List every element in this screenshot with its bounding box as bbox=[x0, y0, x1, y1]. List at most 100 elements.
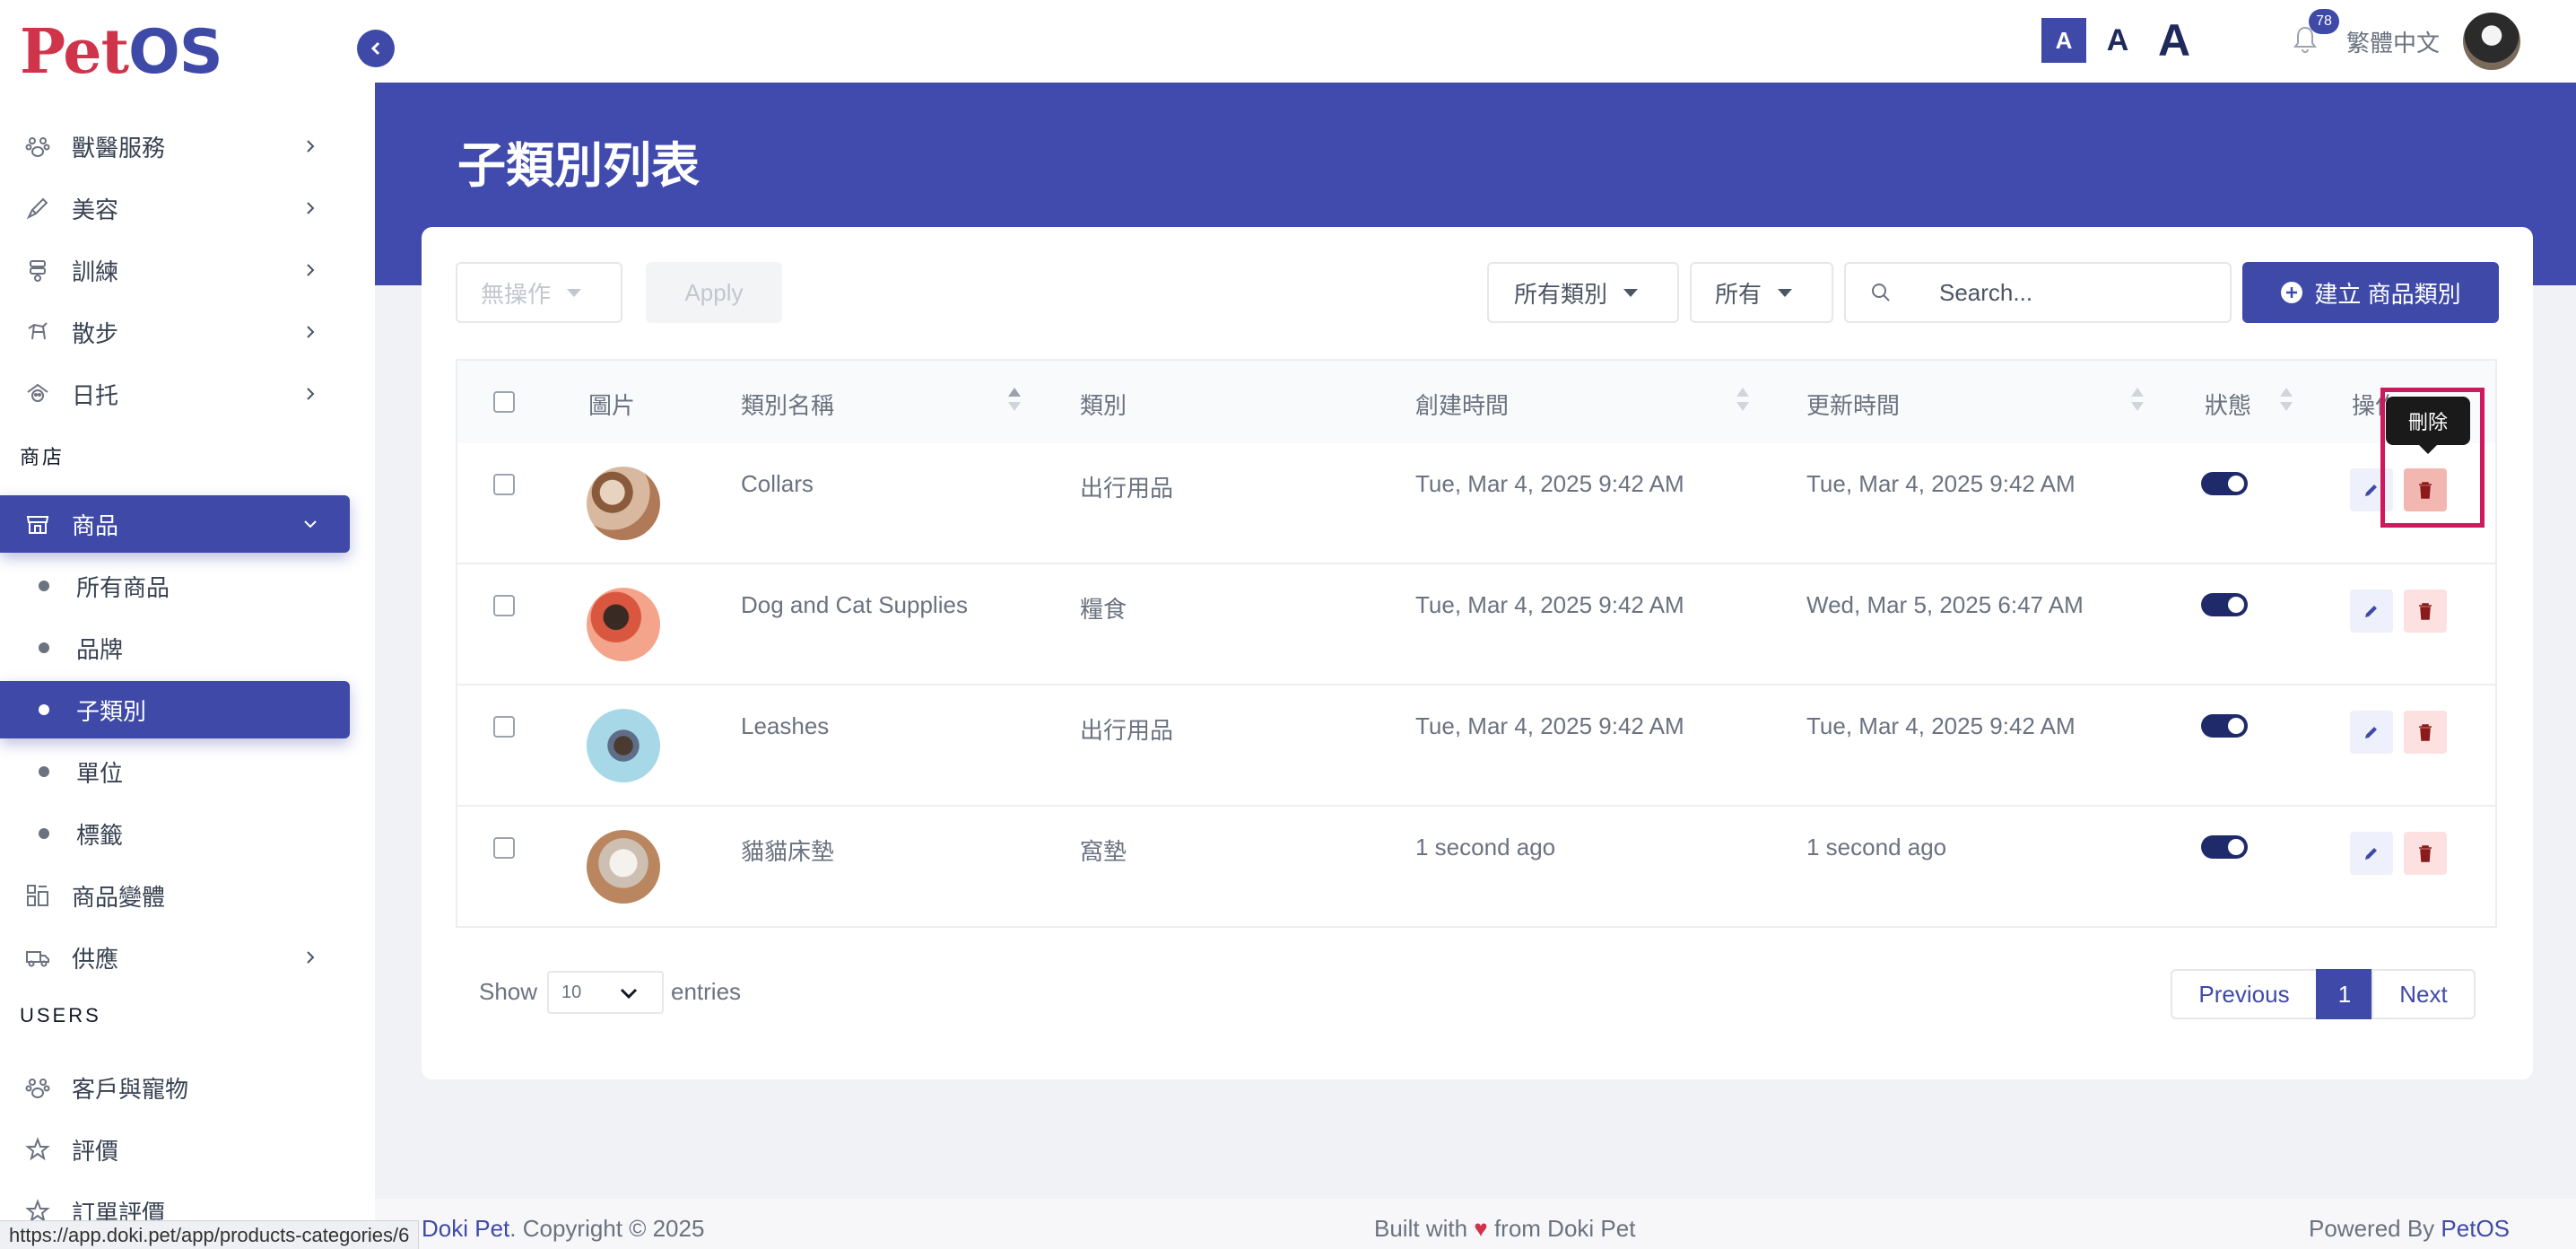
delete-tooltip: 刪除 bbox=[2386, 397, 2470, 454]
category-filter-select[interactable]: 所有類別 bbox=[1487, 262, 1679, 323]
notification-badge: 78 bbox=[2309, 9, 2339, 34]
font-size-small-button[interactable]: A bbox=[2041, 18, 2086, 63]
trash-icon bbox=[2419, 845, 2432, 862]
sidebar-item-label: 商品 bbox=[72, 511, 119, 539]
sidebar-item-training[interactable]: 訓練 bbox=[0, 241, 350, 299]
page-1-button[interactable]: 1 bbox=[2316, 969, 2373, 1019]
header-status[interactable]: 狀態 bbox=[2205, 388, 2251, 421]
select-all-checkbox[interactable] bbox=[493, 391, 515, 413]
sidebar-subitem-all-products[interactable]: 所有商品 bbox=[0, 557, 350, 615]
previous-page-button[interactable]: Previous bbox=[2171, 969, 2318, 1019]
sidebar-item-variants[interactable]: 商品變體 bbox=[0, 867, 350, 924]
footer-brand-link[interactable]: Doki Pet bbox=[422, 1215, 509, 1242]
status-toggle[interactable] bbox=[2201, 714, 2248, 738]
status-toggle[interactable] bbox=[2201, 835, 2248, 859]
footer-copyright-text: . Copyright © 2025 bbox=[509, 1215, 705, 1242]
avatar[interactable] bbox=[2463, 13, 2520, 70]
cell-category: 出行用品 bbox=[1080, 717, 1174, 744]
status-filter-value: 所有 bbox=[1715, 280, 1762, 308]
row-checkbox[interactable] bbox=[493, 716, 515, 738]
apply-button[interactable]: Apply bbox=[646, 262, 782, 323]
next-page-button[interactable]: Next bbox=[2371, 969, 2476, 1019]
table-row: Collars 出行用品 Tue, Mar 4, 2025 9:42 AM Tu… bbox=[457, 443, 2495, 564]
bulk-action-select[interactable]: 無操作 bbox=[456, 262, 622, 323]
sidebar-item-products[interactable]: 商品 bbox=[0, 495, 350, 553]
cell-updated: Tue, Mar 4, 2025 9:42 AM bbox=[1806, 470, 2076, 497]
status-toggle[interactable] bbox=[2201, 593, 2248, 616]
status-toggle[interactable] bbox=[2201, 472, 2248, 495]
caret-down-icon bbox=[1623, 288, 1639, 297]
pencil-icon bbox=[2365, 485, 2377, 496]
delete-button[interactable] bbox=[2404, 590, 2447, 633]
sidebar-item-walking[interactable]: 散步 bbox=[0, 303, 350, 361]
collapse-sidebar-button[interactable] bbox=[357, 30, 395, 67]
category-filter-value: 所有類別 bbox=[1514, 280, 1608, 308]
table-row: 貓貓床墊 窩墊 1 second ago 1 second ago bbox=[457, 807, 2495, 928]
page-size-select[interactable]: 10 bbox=[547, 971, 664, 1014]
walk-dog-icon bbox=[25, 319, 50, 345]
cell-created: Tue, Mar 4, 2025 9:42 AM bbox=[1415, 591, 1684, 618]
footer-powered-by: Powered By PetOS bbox=[2309, 1215, 2510, 1243]
status-filter-select[interactable]: 所有 bbox=[1690, 262, 1833, 323]
search-icon-box bbox=[1844, 262, 1918, 323]
edit-button[interactable] bbox=[2350, 711, 2393, 754]
trash-icon bbox=[2419, 724, 2432, 741]
sidebar-item-grooming[interactable]: 美容 bbox=[0, 179, 350, 237]
sidebar-subitem-label: 單位 bbox=[76, 759, 124, 787]
caret-down-icon bbox=[567, 288, 582, 297]
delete-button[interactable] bbox=[2404, 711, 2447, 754]
sidebar-item-customers[interactable]: 客戶與寵物 bbox=[0, 1059, 350, 1116]
language-switcher[interactable]: 繁體中文 bbox=[2346, 25, 2440, 58]
petos-logo[interactable]: PetOS bbox=[20, 16, 223, 89]
table-header: 圖片 類別名稱 類別 創建時間 更新時間 狀態 操作 bbox=[457, 361, 2495, 443]
footer-powered-text: Powered By bbox=[2309, 1215, 2435, 1242]
variants-icon bbox=[25, 883, 50, 908]
chevron-down-icon bbox=[304, 520, 317, 528]
sidebar-subitem-units[interactable]: 單位 bbox=[0, 743, 350, 800]
delete-button[interactable] bbox=[2404, 832, 2447, 875]
brush-icon bbox=[25, 196, 50, 221]
sort-icon[interactable] bbox=[1008, 388, 1021, 415]
bullet-icon bbox=[39, 828, 49, 839]
sort-icon[interactable] bbox=[1736, 388, 1749, 415]
font-size-large-button[interactable]: A bbox=[2149, 15, 2199, 66]
cell-name: Dog and Cat Supplies bbox=[741, 591, 968, 618]
edit-button[interactable] bbox=[2350, 832, 2393, 875]
sort-icon[interactable] bbox=[2280, 388, 2293, 415]
font-size-medium-button[interactable]: A bbox=[2095, 18, 2140, 63]
category-image-dog-cat-supplies bbox=[587, 588, 660, 661]
search-input[interactable] bbox=[1916, 262, 2232, 323]
create-category-button[interactable]: 建立 商品類別 bbox=[2242, 262, 2499, 323]
sidebar-subitem-brands[interactable]: 品牌 bbox=[0, 619, 350, 677]
sidebar-item-label: 客戶與寵物 bbox=[72, 1075, 189, 1103]
sidebar-item-label: 評價 bbox=[72, 1137, 119, 1165]
header-updated[interactable]: 更新時間 bbox=[1806, 388, 1900, 421]
sidebar-subitem-label: 所有商品 bbox=[76, 573, 170, 601]
row-checkbox[interactable] bbox=[493, 595, 515, 616]
sidebar-item-supply[interactable]: 供應 bbox=[0, 929, 350, 986]
bulk-action-value: 無操作 bbox=[481, 280, 552, 308]
header-created[interactable]: 創建時間 bbox=[1415, 388, 1509, 421]
row-checkbox[interactable] bbox=[493, 837, 515, 859]
footer-petos-link[interactable]: PetOS bbox=[2441, 1215, 2510, 1242]
sidebar-item-daycare[interactable]: 日托 bbox=[0, 365, 350, 423]
sidebar-item-vet[interactable]: 獸醫服務 bbox=[0, 118, 350, 175]
footer-built-with: Built with ♥ from Doki Pet bbox=[1374, 1215, 1635, 1243]
truck-icon bbox=[25, 945, 50, 970]
cell-created: 1 second ago bbox=[1415, 834, 1556, 860]
sidebar-subitem-subcategories[interactable]: 子類別 bbox=[0, 681, 350, 738]
header-name[interactable]: 類別名稱 bbox=[741, 388, 834, 421]
sidebar-item-label: 散步 bbox=[72, 319, 119, 347]
paw-outline-icon bbox=[25, 1075, 50, 1100]
cell-updated: 1 second ago bbox=[1806, 834, 1947, 860]
cell-category: 窩墊 bbox=[1080, 838, 1127, 865]
edit-button[interactable] bbox=[2350, 590, 2393, 633]
sort-icon[interactable] bbox=[2131, 388, 2144, 415]
search-icon bbox=[1872, 284, 1890, 301]
sidebar-item-reviews[interactable]: 評價 bbox=[0, 1121, 350, 1178]
sidebar-subitem-tags[interactable]: 標籤 bbox=[0, 805, 350, 862]
chevron-right-icon bbox=[307, 264, 315, 276]
cell-updated: Wed, Mar 5, 2025 6:47 AM bbox=[1806, 591, 2084, 618]
row-checkbox[interactable] bbox=[493, 474, 515, 495]
table-row: Leashes 出行用品 Tue, Mar 4, 2025 9:42 AM Tu… bbox=[457, 686, 2495, 807]
